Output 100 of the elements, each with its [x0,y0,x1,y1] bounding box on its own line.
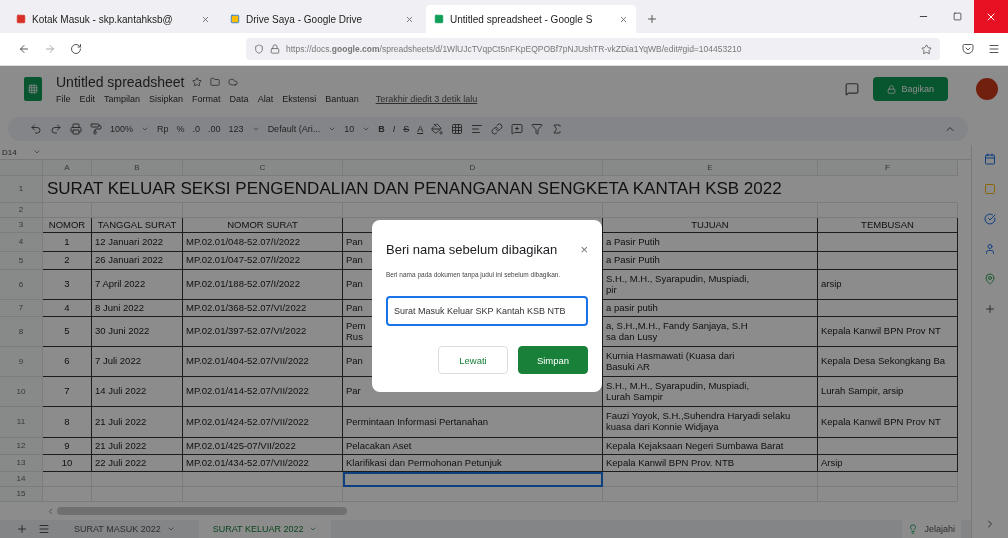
comment-add-icon[interactable] [511,122,524,135]
explore-button[interactable]: Jelajahi [902,520,961,538]
new-tab-icon[interactable] [646,13,658,25]
calendar-icon[interactable] [984,153,996,165]
empty-cell[interactable] [818,252,958,270]
italic-button[interactable]: I [392,123,396,134]
selected-cell[interactable] [343,472,603,487]
row-header[interactable]: 6 [0,270,43,300]
menu-item[interactable]: Ekstensi [282,94,317,104]
row-header[interactable]: 10 [0,377,43,407]
star-icon[interactable] [192,77,203,87]
borders-icon[interactable] [451,122,464,135]
row-header[interactable]: 2 [0,203,43,218]
print-icon[interactable] [70,122,82,135]
menu-item[interactable]: Sisipkan [149,94,184,104]
cloud-icon[interactable] [228,77,239,87]
back-icon[interactable] [18,43,30,55]
pocket-icon[interactable] [962,43,974,55]
menu-item[interactable]: Edit [79,94,96,104]
last-edit-link[interactable]: Terakhir diedit 3 detik lalu [375,94,478,104]
sheet-tab[interactable]: SURAT MASUK 2022 [60,520,189,538]
column-header[interactable]: D [343,160,603,176]
number-format-select[interactable]: 123 [228,123,244,134]
avatar[interactable] [976,78,998,100]
menu-item[interactable]: Bantuan [325,94,359,104]
menu-item[interactable]: Format [192,94,221,104]
empty-cell[interactable] [818,300,958,317]
document-title[interactable]: Untitled spreadsheet [56,74,185,90]
column-header[interactable]: A [43,160,92,176]
add-sheet-icon[interactable] [16,523,28,535]
column-header[interactable]: C [183,160,343,176]
sheets-logo-icon[interactable] [24,77,42,101]
sheet-tab[interactable]: SURAT KELUAR 2022 [198,520,332,538]
redo-icon[interactable] [50,122,62,135]
row-header[interactable]: 1 [0,176,43,203]
row-header[interactable]: 9 [0,347,43,377]
name-input-field[interactable]: Surat Masuk Keluar SKP Kantah KSB NTB [386,296,588,326]
row-header[interactable]: 5 [0,252,43,270]
skip-button[interactable]: Lewati [438,346,508,374]
row-header[interactable]: 12 [0,438,43,455]
menu-item[interactable]: Tampilan [104,94,141,104]
save-button[interactable]: Simpan [518,346,588,374]
font-size-select[interactable]: 10 [344,123,355,134]
empty-cell[interactable] [818,438,958,455]
horizontal-scrollbar[interactable] [57,507,347,515]
sum-icon[interactable] [551,122,564,135]
add-addon-icon[interactable] [984,303,996,315]
name-box[interactable]: D14 [2,147,17,157]
note-icon[interactable] [984,183,996,195]
table-cell: 2 [43,252,92,270]
column-header[interactable]: B [92,160,183,176]
caret-icon[interactable] [32,148,41,156]
scroll-left-icon[interactable] [46,506,55,516]
increase-decimal-button[interactable]: .00 [208,123,221,134]
row-header[interactable]: 15 [0,487,43,502]
map-pin-icon[interactable] [984,273,996,285]
folder-icon[interactable] [210,77,221,87]
comment-icon[interactable] [845,82,860,96]
bookmark-star-icon[interactable] [921,43,932,55]
row-header[interactable]: 7 [0,300,43,317]
row-header[interactable]: 4 [0,233,43,252]
menu-icon[interactable] [988,43,1000,55]
all-sheets-icon[interactable] [38,523,50,535]
contacts-icon[interactable] [984,243,996,255]
row-header[interactable]: 8 [0,317,43,347]
menu-item[interactable]: Data [229,94,249,104]
close-icon[interactable] [201,14,210,24]
paint-format-icon[interactable] [90,122,102,135]
link-icon[interactable] [491,122,504,135]
menu-item[interactable]: File [56,94,71,104]
currency-format-button[interactable]: Rp [157,123,169,134]
bold-button[interactable]: B [378,123,385,134]
zoom-select[interactable]: 100% [110,123,134,134]
text-color-button[interactable]: A [417,123,424,134]
maximize-icon [952,12,962,21]
close-icon[interactable] [619,14,628,24]
align-icon[interactable] [471,122,484,135]
column-header[interactable]: E [603,160,818,176]
browser-tab[interactable]: Kotak Masuk - skp.kantahksb@ [8,5,218,33]
row-header[interactable]: 3 [0,218,43,233]
font-select[interactable]: Default (Ari... [267,123,321,134]
row-header[interactable]: 14 [0,472,43,487]
column-header[interactable]: F [818,160,958,176]
reload-icon[interactable] [70,43,82,55]
tasks-icon[interactable] [984,213,996,225]
undo-icon[interactable] [30,122,42,135]
empty-cell[interactable] [818,233,958,252]
menu-item[interactable]: Alat [257,94,274,104]
row-header[interactable]: 13 [0,455,43,472]
percent-format-button[interactable]: % [176,123,185,134]
strikethrough-button[interactable]: S [403,123,410,134]
fill-color-icon[interactable] [431,122,444,135]
row-header[interactable]: 11 [0,407,43,438]
decrease-decimal-button[interactable]: .0 [192,123,201,134]
close-icon[interactable] [405,14,414,24]
filter-icon[interactable] [531,122,544,135]
browser-tab[interactable]: Untitled spreadsheet - Google S [426,5,636,33]
forward-icon[interactable] [44,43,56,55]
share-button[interactable]: Bagikan [873,77,948,101]
browser-tab[interactable]: Drive Saya - Google Drive [222,5,422,33]
